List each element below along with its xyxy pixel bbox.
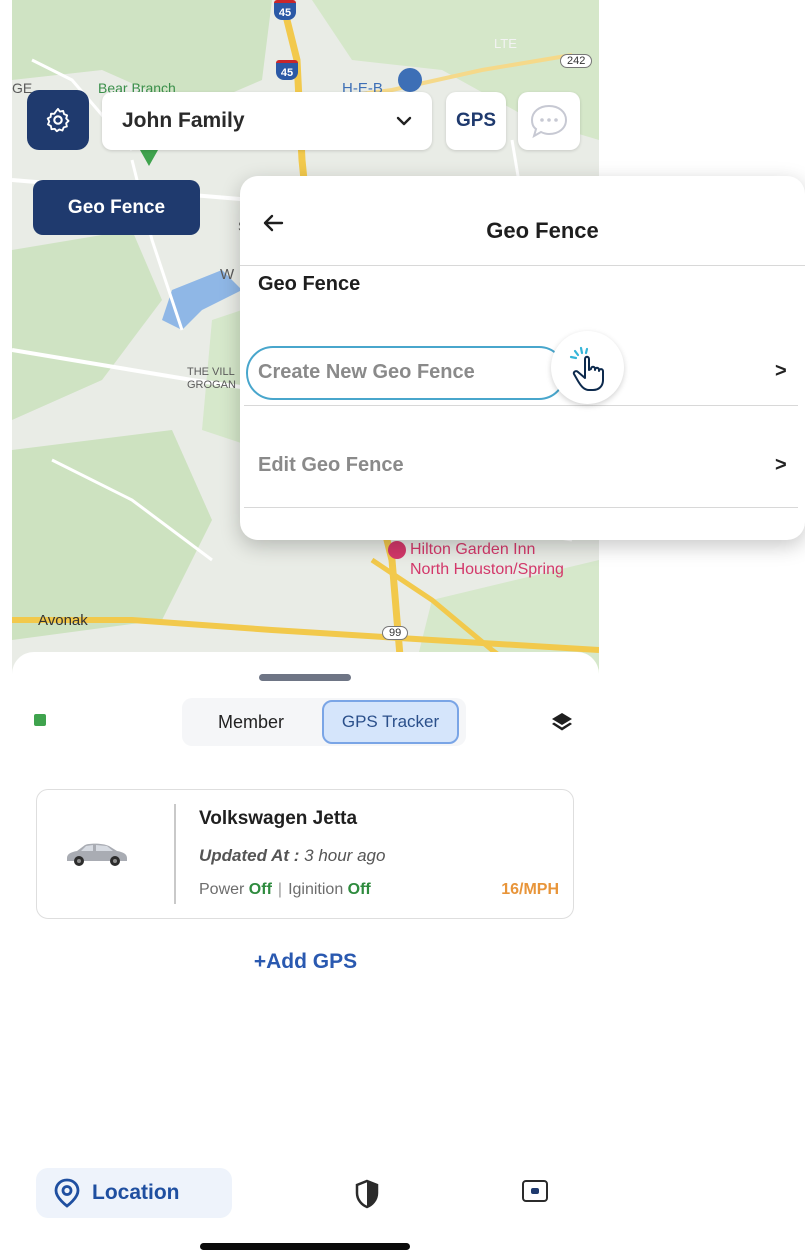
highway-45-badge: 45 [276,60,298,80]
chevron-down-icon [396,116,412,126]
map-label-w: W [220,266,235,283]
updated-label: Updated At : [199,846,300,865]
pointer-hand-icon [569,346,604,391]
status-indicator [34,714,46,726]
family-name: John Family [122,109,245,132]
power-value: Off [248,881,272,898]
create-geo-fence-label: Create New Geo Fence [258,361,475,383]
status-separator: | [277,881,283,898]
geo-fence-chip[interactable]: Geo Fence [33,180,200,235]
card-divider [174,804,176,904]
car-icon [67,843,127,866]
chevron-right-icon: > [775,454,787,476]
settings-button[interactable] [27,90,89,150]
gps-button[interactable]: GPS [446,92,506,150]
geo-fence-popup: Geo Fence Geo Fence Create New Geo Fence… [240,176,805,540]
vehicle-status: Power Off | Iginition Off [199,881,371,899]
family-dropdown[interactable]: John Family [102,92,432,150]
wallet-card-icon[interactable] [522,1180,548,1202]
store-icon [398,68,422,92]
map-label-lte: LTE [494,36,517,51]
hotel-icon [388,541,406,559]
popup-title: Geo Fence [486,218,599,243]
ignition-value: Off [347,881,371,898]
popup-header: Geo Fence [240,176,805,266]
location-pin-icon [54,1178,80,1208]
create-geo-fence-row[interactable]: Create New Geo Fence > [244,346,798,406]
section-title: Geo Fence [258,273,361,295]
add-gps-button[interactable]: +Add GPS [12,950,599,974]
segment-control: Member GPS Tracker [182,698,466,746]
vehicle-speed: 16/MPH [501,881,559,898]
tab-gps-tracker[interactable]: GPS Tracker [322,700,459,744]
chat-bubble-icon [530,104,568,139]
layers-icon[interactable] [550,710,574,734]
highway-45-top-badge: 45 [274,0,296,20]
nav-location-label: Location [92,1181,180,1204]
tab-member[interactable]: Member [182,698,320,746]
map-label-village: THE VILL GROGAN [187,366,236,391]
road-242-badge: 242 [560,54,593,68]
map-label-hilton: Hilton Garden Inn North Houston/Spring [410,541,564,578]
power-label: Power [199,881,249,898]
chat-button[interactable] [518,92,580,150]
shield-icon[interactable] [354,1179,380,1209]
ignition-label: Iginition [288,881,348,898]
gear-icon [46,107,70,133]
map-label-avonak: Avonak [38,612,88,629]
edit-geo-fence-label: Edit Geo Fence [258,454,404,476]
vehicle-updated: Updated At : 3 hour ago [199,846,385,866]
updated-value: 3 hour ago [299,846,386,865]
chevron-right-icon: > [775,360,787,382]
home-indicator [200,1243,410,1250]
tap-gesture-indicator [551,331,624,404]
edit-geo-fence-row[interactable]: Edit Geo Fence > [244,438,798,508]
vehicle-name: Volkswagen Jetta [199,808,358,829]
road-99-badge: 99 [382,626,409,640]
nav-location-tab[interactable]: Location [36,1168,232,1218]
vehicle-card[interactable]: Volkswagen Jetta Updated At : 3 hour ago… [36,789,574,919]
sheet-drag-handle[interactable] [259,674,351,681]
